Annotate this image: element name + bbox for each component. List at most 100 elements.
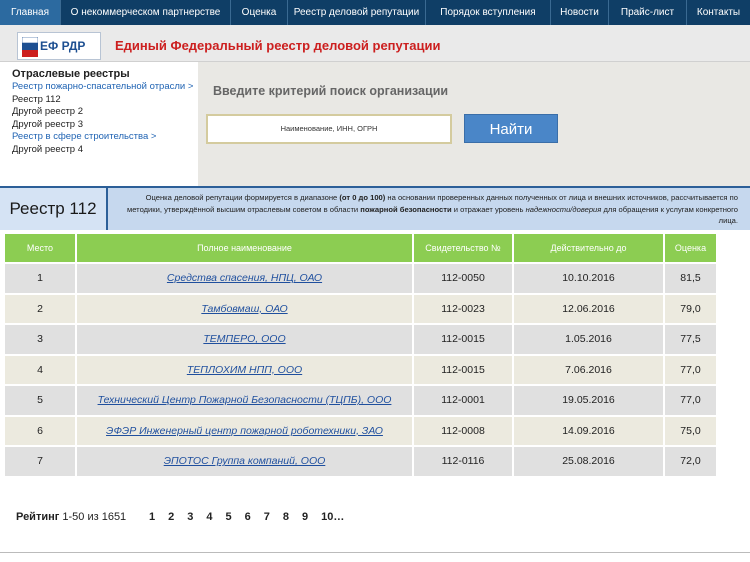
page-link-10[interactable]: 10… <box>321 511 344 523</box>
nav-item-home[interactable]: Главная <box>0 0 61 25</box>
nav-item-news[interactable]: Новости <box>551 0 609 25</box>
table-row: 4 ТЕПЛОХИМ НПП, ООО 112-0015 7.06.2016 7… <box>5 355 716 384</box>
cell-cert: 112-0116 <box>414 447 514 476</box>
col-header-place: Место <box>5 234 77 262</box>
cell-cert: 112-0023 <box>414 294 514 323</box>
col-header-score: Оценка <box>665 234 716 262</box>
org-link[interactable]: Средства спасения, НПЦ, ОАО <box>167 272 322 284</box>
table-row: 1 Средства спасения, НПЦ, ОАО 112-0050 1… <box>5 264 716 293</box>
registry-link-112[interactable]: Реестр 112 <box>12 94 198 107</box>
logo-flag-icon <box>22 37 38 57</box>
cell-place: 5 <box>5 386 77 415</box>
search-button[interactable]: Найти <box>464 114 558 143</box>
search-panel: Введите критерий поиск организации Наиме… <box>198 62 750 186</box>
cell-score: 77,0 <box>665 355 716 384</box>
col-header-name: Полное наименование <box>77 234 414 262</box>
cell-name: Технический Центр Пожарной Безопасности … <box>77 386 414 415</box>
page-link-1[interactable]: 1 <box>149 511 155 523</box>
org-link[interactable]: ЭФЭР Инженерный центр пожарной роботехни… <box>106 425 383 437</box>
cell-place: 7 <box>5 447 77 476</box>
table-row: 2 Тамбовмаш, ОАО 112-0023 12.06.2016 79,… <box>5 294 716 323</box>
cell-place: 4 <box>5 355 77 384</box>
cell-place: 2 <box>5 294 77 323</box>
cell-cert: 112-0015 <box>414 325 514 354</box>
registry-description: Оценка деловой репутации формируется в д… <box>118 192 738 227</box>
cell-name: ЭФЭР Инженерный центр пожарной роботехни… <box>77 416 414 445</box>
top-navigation: Главная О некоммерческом партнерстве Оце… <box>0 0 750 25</box>
page-link-9[interactable]: 9 <box>302 511 308 523</box>
registry-link-other-3[interactable]: Другой реестр 3 <box>12 119 198 132</box>
cell-place: 6 <box>5 416 77 445</box>
cell-score: 81,5 <box>665 264 716 293</box>
footer-divider <box>0 552 750 553</box>
table-row: 5 Технический Центр Пожарной Безопасност… <box>5 386 716 415</box>
desc-text-3: и отражает уровень <box>451 204 526 214</box>
registry-link-other-4[interactable]: Другой реестр 4 <box>12 144 198 157</box>
table-row: 3 ТЕМПЕРО, ООО 112-0015 1.05.2016 77,5 <box>5 325 716 354</box>
table-row: 6 ЭФЭР Инженерный центр пожарной роботех… <box>5 416 716 445</box>
registry-list-heading: Отраслевые реестры <box>12 68 130 80</box>
cell-cert: 112-0001 <box>414 386 514 415</box>
cell-name: Средства спасения, НПЦ, ОАО <box>77 264 414 293</box>
col-header-valid: Действительно до <box>514 234 665 262</box>
cell-place: 1 <box>5 264 77 293</box>
site-header: ЕФ РДР Единый Федеральный реестр деловой… <box>0 25 750 62</box>
nav-item-about[interactable]: О некоммерческом партнерстве <box>61 0 231 25</box>
cell-name: ЭПОТОС Группа компаний, ООО <box>77 447 414 476</box>
org-link[interactable]: Тамбовмаш, ОАО <box>201 303 287 315</box>
table-row: 7 ЭПОТОС Группа компаний, ООО 112-0116 2… <box>5 447 716 476</box>
cell-valid: 7.06.2016 <box>514 355 665 384</box>
page-link-8[interactable]: 8 <box>283 511 289 523</box>
cell-score: 75,0 <box>665 416 716 445</box>
org-link[interactable]: ТЕМПЕРО, ООО <box>203 333 285 345</box>
page-link-4[interactable]: 4 <box>206 511 212 523</box>
registry-link-construction[interactable]: Реестр в сфере строительства > <box>12 131 198 144</box>
cell-place: 3 <box>5 325 77 354</box>
cell-cert: 112-0015 <box>414 355 514 384</box>
org-link[interactable]: ЭПОТОС Группа компаний, ООО <box>164 455 326 467</box>
desc-field: пожарной безопасности <box>360 204 452 214</box>
cell-name: ТЕПЛОХИМ НПП, ООО <box>77 355 414 384</box>
cell-cert: 112-0008 <box>414 416 514 445</box>
page-link-6[interactable]: 6 <box>245 511 251 523</box>
site-title: Единый Федеральный реестр деловой репута… <box>115 38 441 53</box>
nav-item-contacts[interactable]: Контакты <box>687 0 750 25</box>
cell-valid: 1.05.2016 <box>514 325 665 354</box>
page-link-7[interactable]: 7 <box>264 511 270 523</box>
page-link-2[interactable]: 2 <box>168 511 174 523</box>
rating-summary: Рейтинг 1-50 из 1651 <box>16 511 126 523</box>
rating-range: 1-50 из 1651 <box>62 511 127 523</box>
page-link-5[interactable]: 5 <box>226 511 232 523</box>
registry-link-other-2[interactable]: Другой реестр 2 <box>12 106 198 119</box>
table-header-row: Место Полное наименование Свидетельство … <box>5 234 716 262</box>
col-header-cert: Свидетельство № <box>414 234 514 262</box>
registry-title: Реестр 112 <box>0 188 108 230</box>
desc-trust: надежности/доверия <box>525 204 602 214</box>
desc-text-1: Оценка деловой репутации формируется в д… <box>145 193 340 202</box>
nav-item-registry[interactable]: Реестр деловой репутации <box>288 0 426 25</box>
cell-score: 77,5 <box>665 325 716 354</box>
cell-valid: 12.06.2016 <box>514 294 665 323</box>
cell-valid: 14.09.2016 <box>514 416 665 445</box>
rating-table: Место Полное наименование Свидетельство … <box>5 232 716 478</box>
cell-valid: 10.10.2016 <box>514 264 665 293</box>
nav-item-rating[interactable]: Оценка <box>231 0 288 25</box>
cell-score: 77,0 <box>665 386 716 415</box>
org-link[interactable]: ТЕПЛОХИМ НПП, ООО <box>187 364 302 376</box>
desc-text-4: для обращения к услугам конкретного лица… <box>601 204 738 226</box>
cell-valid: 19.05.2016 <box>514 386 665 415</box>
search-heading: Введите критерий поиск организации <box>213 84 449 98</box>
site-logo[interactable]: ЕФ РДР <box>17 32 101 60</box>
search-input[interactable]: Наименование, ИНН, ОГРН <box>206 114 452 144</box>
rating-label: Рейтинг <box>16 511 60 523</box>
desc-range: (от 0 до 100) <box>339 193 386 202</box>
nav-item-joining[interactable]: Порядок вступления <box>426 0 551 25</box>
page-link-3[interactable]: 3 <box>187 511 193 523</box>
cell-score: 72,0 <box>665 447 716 476</box>
pagination: 1 2 3 4 5 6 7 8 9 10… <box>149 511 357 523</box>
nav-item-price[interactable]: Прайс-лист <box>609 0 687 25</box>
cell-name: ТЕМПЕРО, ООО <box>77 325 414 354</box>
registry-link-fire-rescue[interactable]: Реестр пожарно-спасательной отрасли > <box>12 81 198 94</box>
cell-cert: 112-0050 <box>414 264 514 293</box>
org-link[interactable]: Технический Центр Пожарной Безопасности … <box>98 394 392 406</box>
